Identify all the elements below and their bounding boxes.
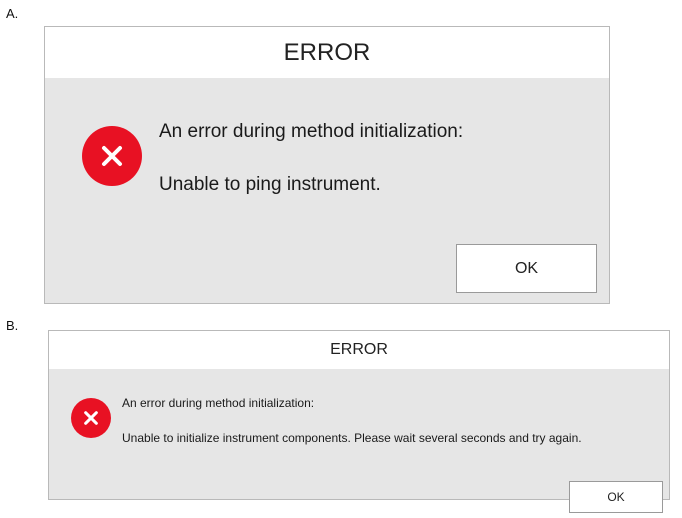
ok-button[interactable]: OK — [569, 481, 663, 513]
ok-button[interactable]: OK — [456, 244, 597, 293]
error-message-line1: An error during method initialization: — [159, 121, 464, 142]
error-message-line2: Unable to ping instrument. — [159, 174, 381, 195]
panel-label-a: A. — [6, 6, 19, 21]
panel-label-b: B. — [6, 318, 19, 333]
error-dialog-a: ERROR An error during method initializat… — [44, 26, 610, 304]
error-message-line2: Unable to initialize instrument componen… — [122, 431, 582, 445]
error-x-icon — [82, 126, 142, 186]
error-message-line1: An error during method initialization: — [122, 396, 315, 410]
error-dialog-b: ERROR An error during method initializat… — [48, 330, 670, 513]
error-x-icon — [71, 398, 111, 438]
dialog-title: ERROR — [45, 27, 609, 78]
dialog-title: ERROR — [49, 331, 669, 369]
